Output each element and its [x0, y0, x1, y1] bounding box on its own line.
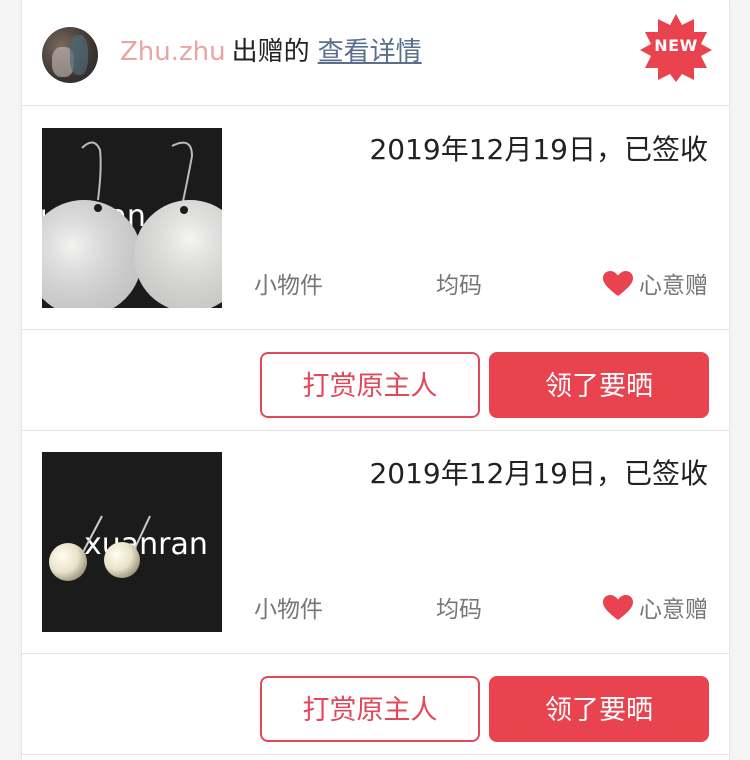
item-actions: 打赏原主人 领了要晒 — [22, 330, 729, 431]
gift-item: xuanran — [22, 106, 729, 431]
claim-share-button[interactable]: 领了要晒 — [489, 676, 709, 742]
reward-owner-button[interactable]: 打赏原主人 — [260, 676, 480, 742]
gift-item: xuanran — [22, 430, 729, 755]
gift-header: Zhu.zhu 出赠的 查看详情 NEW — [22, 0, 729, 106]
item-size: 均码 — [436, 273, 482, 299]
brand-watermark: xuanran — [84, 527, 208, 562]
item-image-earrings-pearl[interactable]: xuanran — [42, 452, 222, 632]
claim-share-button[interactable]: 领了要晒 — [489, 352, 709, 418]
item-category: 小物件 — [254, 597, 323, 623]
heart-icon — [603, 595, 633, 627]
reward-owner-button[interactable]: 打赏原主人 — [260, 352, 480, 418]
item-actions: 打赏原主人 领了要晒 — [22, 654, 729, 755]
gift-type-label: 心意赠 — [639, 597, 708, 623]
header-line: Zhu.zhu 出赠的 查看详情 — [120, 32, 422, 72]
gift-type: 心意赠 — [603, 266, 708, 303]
gift-type: 心意赠 — [603, 590, 708, 627]
gave-label: 出赠的 — [231, 37, 310, 67]
item-image-earrings-shell[interactable]: xuanran — [42, 128, 222, 308]
username-link[interactable]: Zhu.zhu — [120, 37, 226, 67]
item-info: xuanran — [22, 106, 729, 330]
avatar[interactable] — [42, 27, 98, 83]
item-date-status: 2019年12月19日，已签收 — [369, 133, 708, 166]
new-badge: NEW — [640, 14, 712, 82]
item-category: 小物件 — [254, 273, 323, 299]
gift-type-label: 心意赠 — [639, 273, 708, 299]
view-details-link[interactable]: 查看详情 — [318, 37, 422, 67]
item-date-status: 2019年12月19日，已签收 — [369, 457, 708, 490]
new-badge-label: NEW — [654, 36, 698, 55]
heart-icon — [603, 271, 633, 303]
item-size: 均码 — [436, 597, 482, 623]
item-info: xuanran — [22, 430, 729, 654]
gift-card: Zhu.zhu出赠的查看详情 NEW xuanran — [21, 0, 730, 760]
